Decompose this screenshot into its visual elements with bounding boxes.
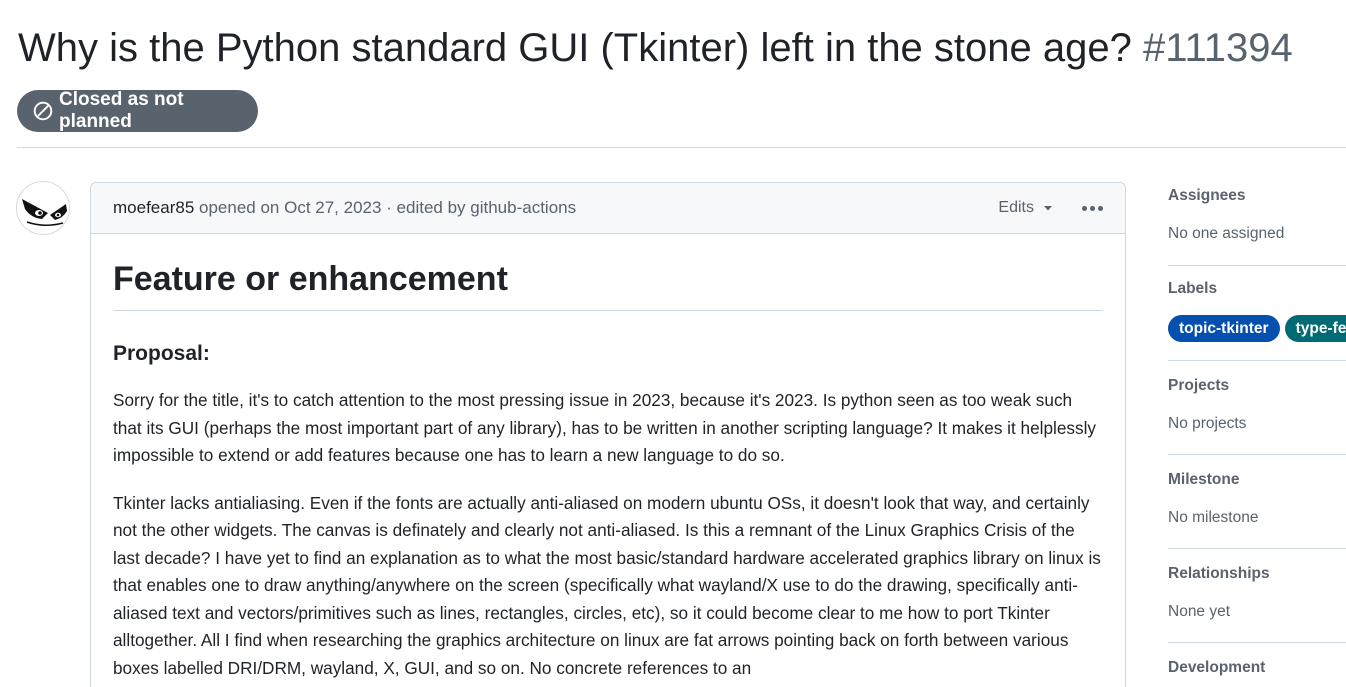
relationships-heading[interactable]: Relationships (1168, 565, 1346, 583)
kebab-horizontal-icon[interactable] (1082, 205, 1103, 211)
issue-state-label: Closed as not planned (59, 89, 184, 132)
issue-title: Why is the Python standard GUI (Tkinter)… (18, 24, 1293, 72)
sidebar-divider (1168, 360, 1346, 361)
sidebar-labels: Labels topic-tkinter type-feature (1168, 280, 1346, 342)
milestone-heading[interactable]: Milestone (1168, 471, 1346, 489)
sidebar-projects: Projects No projects (1168, 377, 1346, 433)
label-type-feature[interactable]: type-feature (1284, 315, 1346, 342)
label-topic-tkinter[interactable]: topic-tkinter (1168, 315, 1280, 342)
comment-author-link[interactable]: moefear85 (113, 198, 194, 218)
comment-header: moefear85 opened on Oct 27, 2023 · edite… (91, 183, 1125, 234)
issue-number: #111394 (1143, 26, 1293, 70)
sidebar-relationships: Relationships None yet (1168, 565, 1346, 621)
issue-comment: moefear85 opened on Oct 27, 2023 · edite… (90, 182, 1126, 687)
body-paragraph: Tkinter lacks antialiasing. Even if the … (113, 492, 1101, 678)
edits-label: Edits (998, 199, 1034, 216)
relationships-value: None yet (1168, 603, 1231, 620)
assignees-value: No one assigned (1168, 225, 1285, 242)
edits-dropdown-button[interactable]: Edits (998, 199, 1054, 217)
comment-body: Feature or enhancement Proposal: Sorry f… (91, 234, 1125, 682)
sidebar-divider (1168, 548, 1346, 549)
sidebar-divider (1168, 454, 1346, 455)
issue-title-text: Why is the Python standard GUI (Tkinter)… (18, 26, 1132, 70)
body-heading: Feature or enhancement (113, 256, 1103, 311)
projects-heading[interactable]: Projects (1168, 377, 1346, 395)
sidebar-divider (1168, 265, 1346, 266)
labels-list: topic-tkinter type-feature (1168, 315, 1346, 342)
sidebar-milestone: Milestone No milestone (1168, 471, 1346, 527)
sidebar-assignees: Assignees No one assigned (1168, 187, 1346, 243)
issue-state-badge: Closed as not planned (17, 89, 258, 132)
body-subheading: Proposal: (113, 342, 210, 365)
issue-page: Why is the Python standard GUI (Tkinter)… (0, 0, 1346, 687)
author-avatar[interactable] (16, 181, 70, 235)
milestone-value: No milestone (1168, 509, 1259, 526)
sidebar-development: Development (1168, 659, 1346, 677)
skip-circle-icon (33, 101, 53, 121)
header-divider (17, 147, 1346, 148)
sidebar-divider (1168, 642, 1346, 643)
projects-value: No projects (1168, 415, 1247, 432)
triangle-down-icon (1044, 206, 1052, 211)
labels-heading[interactable]: Labels (1168, 280, 1346, 298)
development-heading[interactable]: Development (1168, 659, 1346, 677)
assignees-heading[interactable]: Assignees (1168, 187, 1346, 205)
comment-meta-text: opened on Oct 27, 2023 · edited by githu… (199, 198, 577, 217)
angry-eyes-avatar-icon (17, 182, 69, 234)
body-paragraph: Sorry for the title, it's to catch atten… (113, 390, 1097, 465)
